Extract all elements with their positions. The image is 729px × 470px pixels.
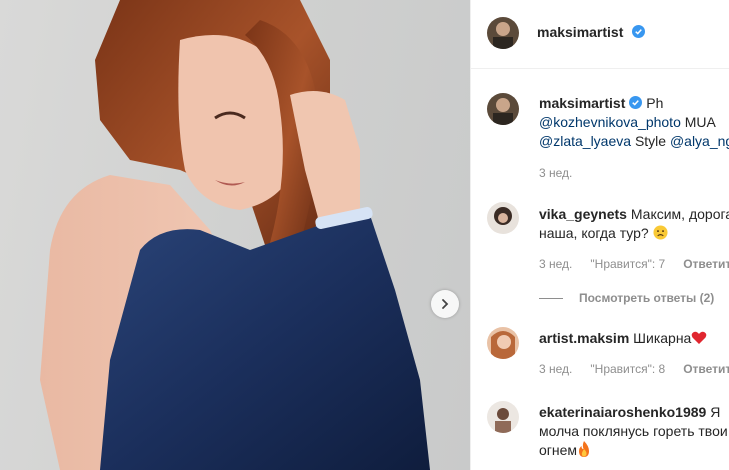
comment-likes[interactable]: "Нравится": 7 xyxy=(590,257,665,271)
commenter-avatar[interactable] xyxy=(487,202,519,234)
mention-stylist[interactable]: @alya_ngu xyxy=(670,133,729,149)
comment-text: Я xyxy=(710,404,721,420)
chevron-right-icon xyxy=(442,299,449,309)
caption-text: MUA xyxy=(684,114,716,130)
comment-3-line-2: молча поклянусь гореть твои xyxy=(539,421,728,441)
caption-line-2: @kozhevnikova_photo MUA xyxy=(539,112,716,132)
comment-username[interactable]: ekaterinaiaroshenko1989 xyxy=(539,404,706,420)
comment-likes[interactable]: "Нравится": 8 xyxy=(590,362,665,376)
instagram-post-view: maksimartist maksimartist Ph @kozhevniko… xyxy=(0,0,729,470)
comment-1-line-1: vika_geynets Максим, дорога xyxy=(539,204,729,224)
view-replies-button[interactable]: Посмотреть ответы (2) xyxy=(539,291,714,305)
comments-panel: maksimartist maksimartist Ph @kozhevniko… xyxy=(470,0,729,470)
verified-badge-icon xyxy=(631,25,645,38)
author-avatar[interactable] xyxy=(487,17,519,49)
view-replies-label: Посмотреть ответы (2) xyxy=(579,291,715,305)
caption-line-1: maksimartist Ph xyxy=(539,93,663,113)
post-photo[interactable] xyxy=(0,0,470,470)
comment-text: Шикарна xyxy=(633,330,692,346)
comment-username[interactable]: vika_geynets xyxy=(539,206,627,222)
caption-line-3: @zlata_lyaeva Style @alya_ngu xyxy=(539,131,729,151)
verified-badge-icon xyxy=(629,96,643,109)
comment-text: огнем xyxy=(539,442,578,458)
comment-2-meta: 3 нед. "Нравится": 8 Ответить xyxy=(539,362,729,376)
comment-3-line-3: огнем xyxy=(539,440,591,460)
comment-time[interactable]: 3 нед. xyxy=(539,362,572,376)
photo-illustration xyxy=(40,0,430,470)
comment-text: молча поклянусь гореть твои xyxy=(539,423,728,439)
caption-meta: 3 нед. xyxy=(539,166,590,180)
comment-1-line-2: наша, когда тур? xyxy=(539,223,668,243)
comment-username[interactable]: artist.maksim xyxy=(539,330,629,346)
comment-2-line-1: artist.maksim Шикарна xyxy=(539,328,707,348)
comment-time[interactable]: 3 нед. xyxy=(539,257,572,271)
caption-username[interactable]: maksimartist xyxy=(539,95,625,111)
comment-3-line-1: ekaterinaiaroshenko1989 Я xyxy=(539,402,720,422)
caption-avatar[interactable] xyxy=(487,93,519,125)
comment-text: наша, когда тур? xyxy=(539,225,649,241)
caption-text: Ph xyxy=(646,95,664,111)
author-name-row: maksimartist xyxy=(537,24,645,42)
red-heart-emoji xyxy=(692,331,707,344)
disappointed-face-emoji xyxy=(653,225,668,240)
next-image-button[interactable] xyxy=(431,290,459,318)
author-username[interactable]: maksimartist xyxy=(537,24,623,40)
fire-emoji xyxy=(579,441,590,457)
caption-time[interactable]: 3 нед. xyxy=(539,166,572,180)
commenter-avatar[interactable] xyxy=(487,401,519,433)
reply-button[interactable]: Ответить xyxy=(683,257,729,271)
post-header: maksimartist xyxy=(471,0,729,69)
mention-photographer[interactable]: @kozhevnikova_photo xyxy=(539,114,681,130)
mention-makeup[interactable]: @zlata_lyaeva xyxy=(539,133,631,149)
comment-text: Максим, дорога xyxy=(630,206,729,222)
caption-text: Style xyxy=(634,133,667,149)
comment-1-meta: 3 нед. "Нравится": 7 Ответить xyxy=(539,257,729,271)
reply-button[interactable]: Ответить xyxy=(683,362,729,376)
replies-divider xyxy=(539,298,563,300)
commenter-avatar[interactable] xyxy=(487,327,519,359)
